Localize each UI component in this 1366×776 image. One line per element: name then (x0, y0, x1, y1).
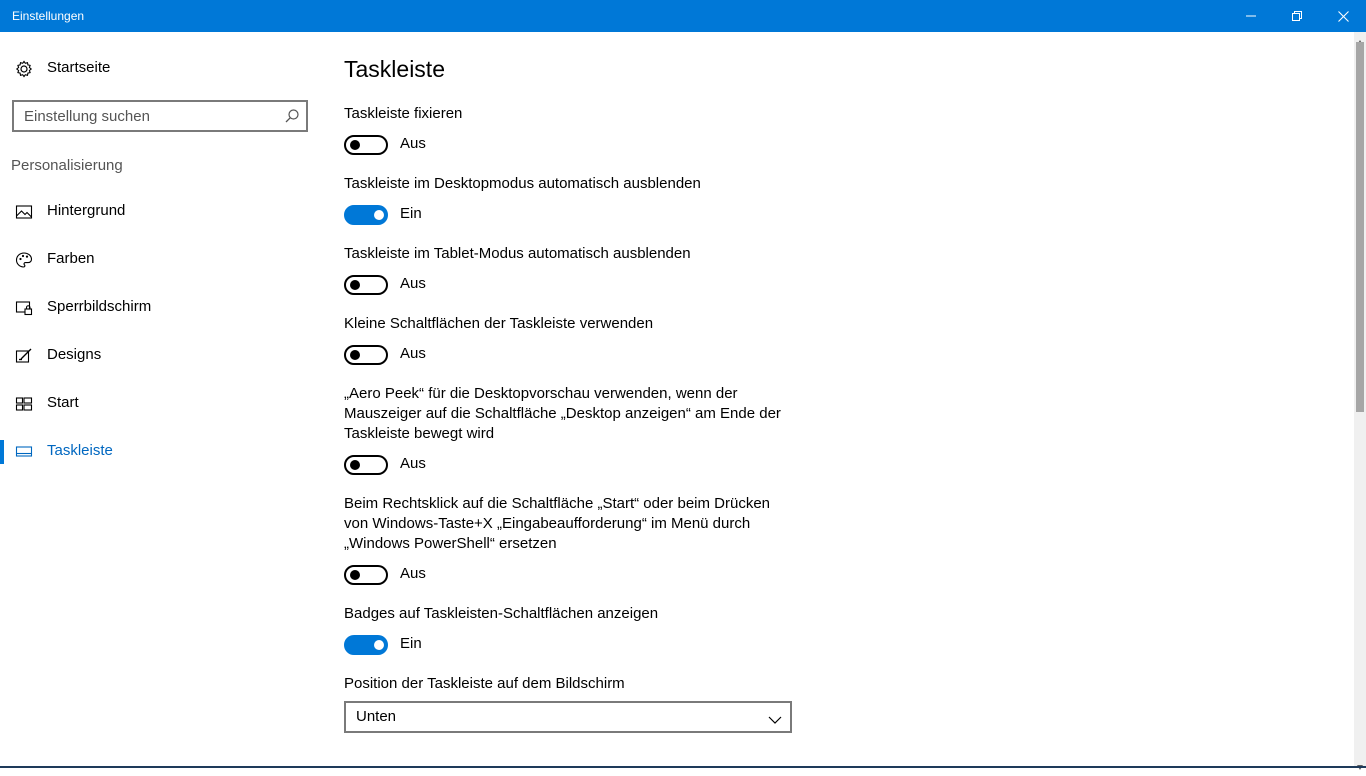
toggle-state-label: Aus (400, 565, 426, 582)
start-icon (15, 395, 33, 413)
toggle-switch[interactable] (344, 275, 388, 295)
search-icon[interactable] (284, 108, 300, 124)
sidebar: Startseite Personalisierung Hintergrund … (0, 32, 320, 768)
scrollbar[interactable] (1354, 32, 1366, 770)
toggle-switch[interactable] (344, 205, 388, 225)
scroll-up-icon[interactable] (1356, 34, 1364, 45)
sidebar-item-farben[interactable]: Farben (0, 240, 320, 280)
window-title: Einstellungen (12, 9, 85, 23)
sidebar-item-label: Start (47, 394, 79, 411)
close-button[interactable] (1320, 0, 1366, 32)
main-content: Taskleiste Taskleiste fixieren Aus Taskl… (344, 32, 1344, 768)
setting-label: Taskleiste im Desktopmodus automatisch a… (344, 175, 701, 192)
setting-aero-peek: „Aero Peek“ für die Desktopvorschau verw… (344, 384, 784, 476)
minimize-button[interactable] (1228, 0, 1274, 32)
sidebar-item-label: Farben (47, 250, 95, 267)
picture-icon (15, 203, 33, 221)
sidebar-item-label: Designs (47, 346, 102, 363)
sidebar-item-start[interactable]: Start (0, 384, 320, 424)
sidebar-item-hintergrund[interactable]: Hintergrund (0, 192, 320, 232)
toggle-state-label: Aus (400, 275, 426, 292)
toggle-state-label: Aus (400, 135, 426, 152)
page-title: Taskleiste (344, 56, 445, 82)
restore-icon (1292, 11, 1302, 21)
lock-screen-icon (15, 299, 33, 317)
setting-label: Taskleiste fixieren (344, 105, 463, 122)
toggle-knob (374, 640, 384, 650)
toggle-switch[interactable] (344, 455, 388, 475)
toggle-switch[interactable] (344, 635, 388, 655)
setting-label: Beim Rechtsklick auf die Schaltfläche „S… (344, 495, 771, 552)
active-indicator (0, 440, 4, 464)
setting-autohide-desktop: Taskleiste im Desktopmodus automatisch a… (344, 174, 804, 226)
close-icon (1337, 10, 1349, 22)
sidebar-item-designs[interactable]: Designs (0, 336, 320, 376)
title-bar: Einstellungen (0, 0, 1366, 32)
home-link[interactable]: Startseite (0, 52, 320, 86)
gear-icon (15, 60, 33, 78)
toggle-knob (350, 280, 360, 290)
toggle-knob (374, 210, 384, 220)
toggle-switch[interactable] (344, 135, 388, 155)
palette-icon (15, 251, 33, 269)
toggle-knob (350, 350, 360, 360)
sidebar-item-label: Sperrbildschirm (47, 298, 152, 315)
restore-button[interactable] (1274, 0, 1320, 32)
position-dropdown[interactable]: Unten (344, 701, 792, 733)
toggle-state-label: Ein (400, 635, 422, 652)
taskbar-icon (15, 443, 33, 461)
minimize-icon (1246, 15, 1256, 17)
sidebar-item-label: Hintergrund (47, 202, 126, 219)
toggle-knob (350, 570, 360, 580)
sidebar-item-taskleiste[interactable]: Taskleiste (0, 432, 320, 472)
setting-small-buttons: Kleine Schaltflächen der Taskleiste verw… (344, 314, 804, 366)
setting-label: Position der Taskleiste auf dem Bildschi… (344, 675, 625, 692)
search-box[interactable] (12, 100, 308, 132)
sidebar-item-sperrbildschirm[interactable]: Sperrbildschirm (0, 288, 320, 328)
designs-icon (15, 347, 33, 365)
setting-powershell: Beim Rechtsklick auf die Schaltfläche „S… (344, 494, 774, 586)
toggle-state-label: Aus (400, 345, 426, 362)
setting-taskleiste-fixieren: Taskleiste fixieren Aus (344, 104, 804, 156)
chevron-down-icon (768, 712, 782, 724)
toggle-knob (350, 140, 360, 150)
setting-badges: Badges auf Taskleisten-Schaltflächen anz… (344, 604, 804, 656)
search-input[interactable] (14, 102, 276, 130)
toggle-switch[interactable] (344, 345, 388, 365)
setting-label: Kleine Schaltflächen der Taskleiste verw… (344, 315, 654, 332)
toggle-knob (350, 460, 360, 470)
setting-label: Badges auf Taskleisten-Schaltflächen anz… (344, 605, 659, 622)
toggle-switch[interactable] (344, 565, 388, 585)
dropdown-value: Unten (356, 708, 397, 725)
toggle-state-label: Aus (400, 455, 426, 472)
sidebar-item-label: Taskleiste (47, 442, 113, 459)
setting-label: „Aero Peek“ für die Desktopvorschau verw… (344, 385, 781, 442)
toggle-state-label: Ein (400, 205, 422, 222)
setting-autohide-tablet: Taskleiste im Tablet-Modus automatisch a… (344, 244, 804, 296)
setting-position: Position der Taskleiste auf dem Bildschi… (344, 674, 804, 694)
setting-label: Taskleiste im Tablet-Modus automatisch a… (344, 245, 691, 262)
home-label: Startseite (47, 59, 111, 76)
section-title: Personalisierung (11, 157, 123, 174)
scroll-thumb[interactable] (1356, 42, 1364, 412)
scroll-down-icon[interactable] (1356, 758, 1364, 770)
